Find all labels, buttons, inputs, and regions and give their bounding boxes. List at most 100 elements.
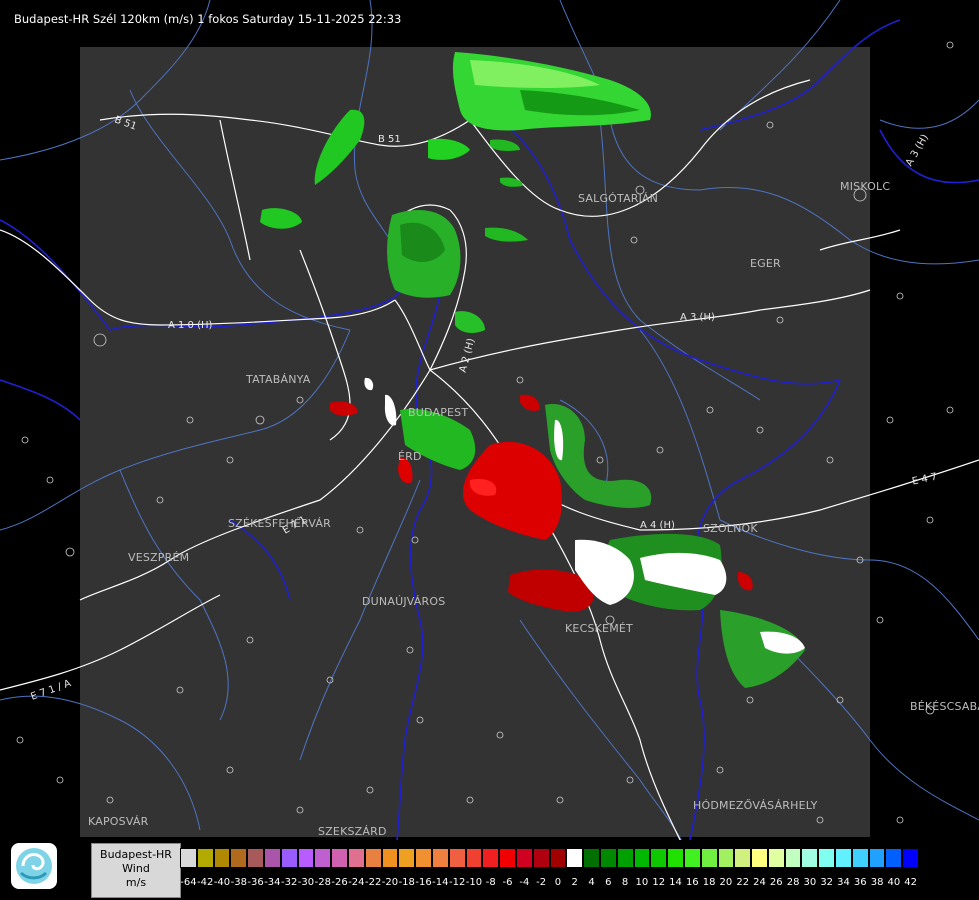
scale-tick-label: -20 xyxy=(381,877,399,888)
scale-swatch xyxy=(415,848,432,868)
scale-tick-label: 2 xyxy=(571,877,578,888)
map-title: Budapest-HR Szél 120km (m/s) 1 fokos Sat… xyxy=(14,12,402,26)
legend-site-label: Budapest-HR xyxy=(100,848,172,861)
scale-swatch xyxy=(280,848,298,868)
scale-swatch xyxy=(717,848,735,868)
scale-tick-label: -2 xyxy=(536,877,547,888)
scale-swatch xyxy=(314,848,332,868)
scale-tick-label: -34 xyxy=(264,877,281,888)
scale-tick-label: -6 xyxy=(502,877,513,888)
scale-tick-label: -28 xyxy=(314,877,331,888)
scale-swatch xyxy=(700,848,718,868)
scale-tick-label: -64 xyxy=(180,877,197,888)
scale-swatch xyxy=(868,848,886,868)
scale-swatch xyxy=(667,848,684,868)
road-label-a3: A 3 (H) xyxy=(680,312,715,323)
scale-tick-label: 34 xyxy=(837,877,850,888)
scale-swatch xyxy=(599,848,617,868)
scale-tick-label: 22 xyxy=(736,877,750,888)
scale-tick-label: 38 xyxy=(870,877,884,888)
scale-swatch xyxy=(549,848,567,868)
scale-tick-label: 24 xyxy=(753,877,766,888)
road-label-a10: A 1 0 (H) xyxy=(168,320,213,331)
scale-swatch xyxy=(633,848,651,868)
scale-swatch xyxy=(213,848,231,868)
scale-tick-label: -4 xyxy=(519,877,530,888)
city-label-szekesfehervar: SZÉKESFEHÉRVÁR xyxy=(228,517,331,530)
color-scale xyxy=(180,848,920,869)
scale-tick-label: 4 xyxy=(588,877,595,888)
scale-tick-label: -22 xyxy=(364,877,382,888)
scale-tick-label: -36 xyxy=(247,877,264,888)
scale-swatch xyxy=(196,848,214,868)
scale-swatch xyxy=(885,848,903,868)
scale-tick-label: 30 xyxy=(803,877,817,888)
radar-logo-icon xyxy=(11,843,57,889)
scale-swatch xyxy=(230,848,248,868)
scale-tick-label: -8 xyxy=(485,877,496,888)
road-label-a4: A 4 (H) xyxy=(640,520,675,531)
city-label-salgotarjan: SALGÓTARJÁN xyxy=(578,192,659,205)
scale-tick-label: -30 xyxy=(297,877,315,888)
road-label-b51: B 51 xyxy=(378,134,401,145)
city-label-hodmezovasarhely: HÓDMEZŐVÁSÁRHELY xyxy=(693,799,818,812)
city-label-bekescsaba: BÉKÉSCSABA xyxy=(910,700,979,713)
city-label-veszprem: VESZPRÉM xyxy=(128,551,190,564)
city-label-miskolc: MISKOLC xyxy=(840,180,891,193)
radar-map xyxy=(0,0,979,861)
scale-swatch xyxy=(347,848,365,868)
scale-tick-label: 10 xyxy=(635,877,649,888)
scale-swatch xyxy=(650,848,668,868)
scale-tick-label: -18 xyxy=(398,877,415,888)
scale-tick-label: 40 xyxy=(887,877,901,888)
scale-swatch xyxy=(499,848,516,868)
scale-swatch xyxy=(331,848,348,868)
scale-tick-label: 32 xyxy=(820,877,834,888)
scale-swatch xyxy=(247,848,264,868)
scale-swatch xyxy=(364,848,382,868)
city-label-szekszard: SZEKSZÁRD xyxy=(318,825,387,838)
scale-swatch xyxy=(902,848,920,868)
city-label-kaposvar: KAPOSVÁR xyxy=(88,815,149,828)
scale-tick-label: -16 xyxy=(415,877,432,888)
scale-swatch xyxy=(180,848,197,868)
scale-tick-label: -26 xyxy=(331,877,348,888)
scale-tick-label: 28 xyxy=(786,877,800,888)
scale-tick-label: -42 xyxy=(197,877,214,888)
scale-tick-label: 36 xyxy=(853,877,867,888)
color-scale-ticks: -64 -42 -40 -38 -36 -34 -32 -30 -28 -26 -24 -22 -20-… xyxy=(180,877,919,891)
scale-swatch xyxy=(532,848,550,868)
scale-swatch xyxy=(818,848,836,868)
city-label-dunaujvaros: DUNAÚJVÁROS xyxy=(362,595,446,608)
scale-swatch xyxy=(801,848,819,868)
scale-tick-label: 0 xyxy=(554,877,562,888)
scale-tick-label: -38 xyxy=(230,877,247,888)
scale-swatch xyxy=(683,848,701,868)
city-label-erd: ÉRD xyxy=(398,450,422,463)
city-label-tatabanya: TATABÁNYA xyxy=(246,373,311,386)
scale-swatch xyxy=(583,848,600,868)
scale-tick-label: 14 xyxy=(669,877,682,888)
scale-swatch xyxy=(515,848,533,868)
scale-tick-label: -32 xyxy=(281,877,298,888)
scale-swatch xyxy=(566,848,584,868)
scale-swatch xyxy=(482,848,500,868)
scale-swatch xyxy=(381,848,399,868)
scale-swatch xyxy=(465,848,483,868)
scale-tick-label: -10 xyxy=(465,877,483,888)
scale-tick-label: 16 xyxy=(685,877,699,888)
scale-tick-label: -14 xyxy=(432,877,449,888)
scale-tick-label: -40 xyxy=(213,877,231,888)
scale-swatch xyxy=(263,848,281,868)
city-label-budapest: BUDAPEST xyxy=(408,406,469,419)
scale-tick-label: 6 xyxy=(605,877,612,888)
scale-tick-label: 8 xyxy=(621,877,629,888)
scale-swatch xyxy=(448,848,466,868)
scale-tick-label: 20 xyxy=(719,877,733,888)
legend-unit-label: m/s xyxy=(125,876,147,889)
scale-swatch xyxy=(784,848,802,868)
scale-tick-label: -24 xyxy=(348,877,365,888)
scale-swatch xyxy=(835,848,852,868)
city-label-kecskemet: KECSKEMÉT xyxy=(565,622,633,635)
scale-tick-label: 26 xyxy=(769,877,783,888)
